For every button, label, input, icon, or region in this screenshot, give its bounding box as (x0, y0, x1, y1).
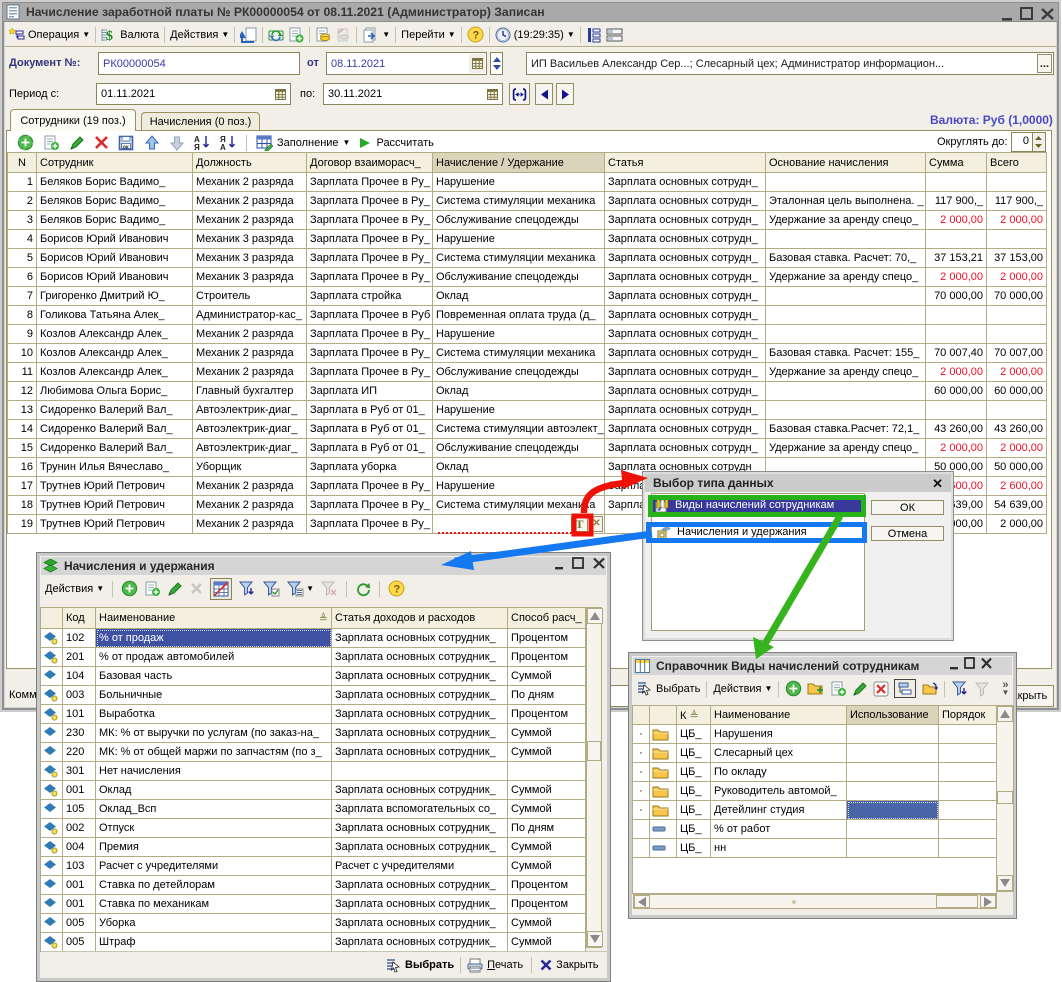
svg-text:А: А (220, 143, 226, 151)
svg-text:?: ? (472, 30, 479, 42)
svg-text:$: $ (106, 29, 113, 43)
svg-text:ок: ок (123, 144, 129, 150)
svg-text:?: ? (394, 584, 401, 596)
svg-text:Я: Я (194, 143, 200, 151)
